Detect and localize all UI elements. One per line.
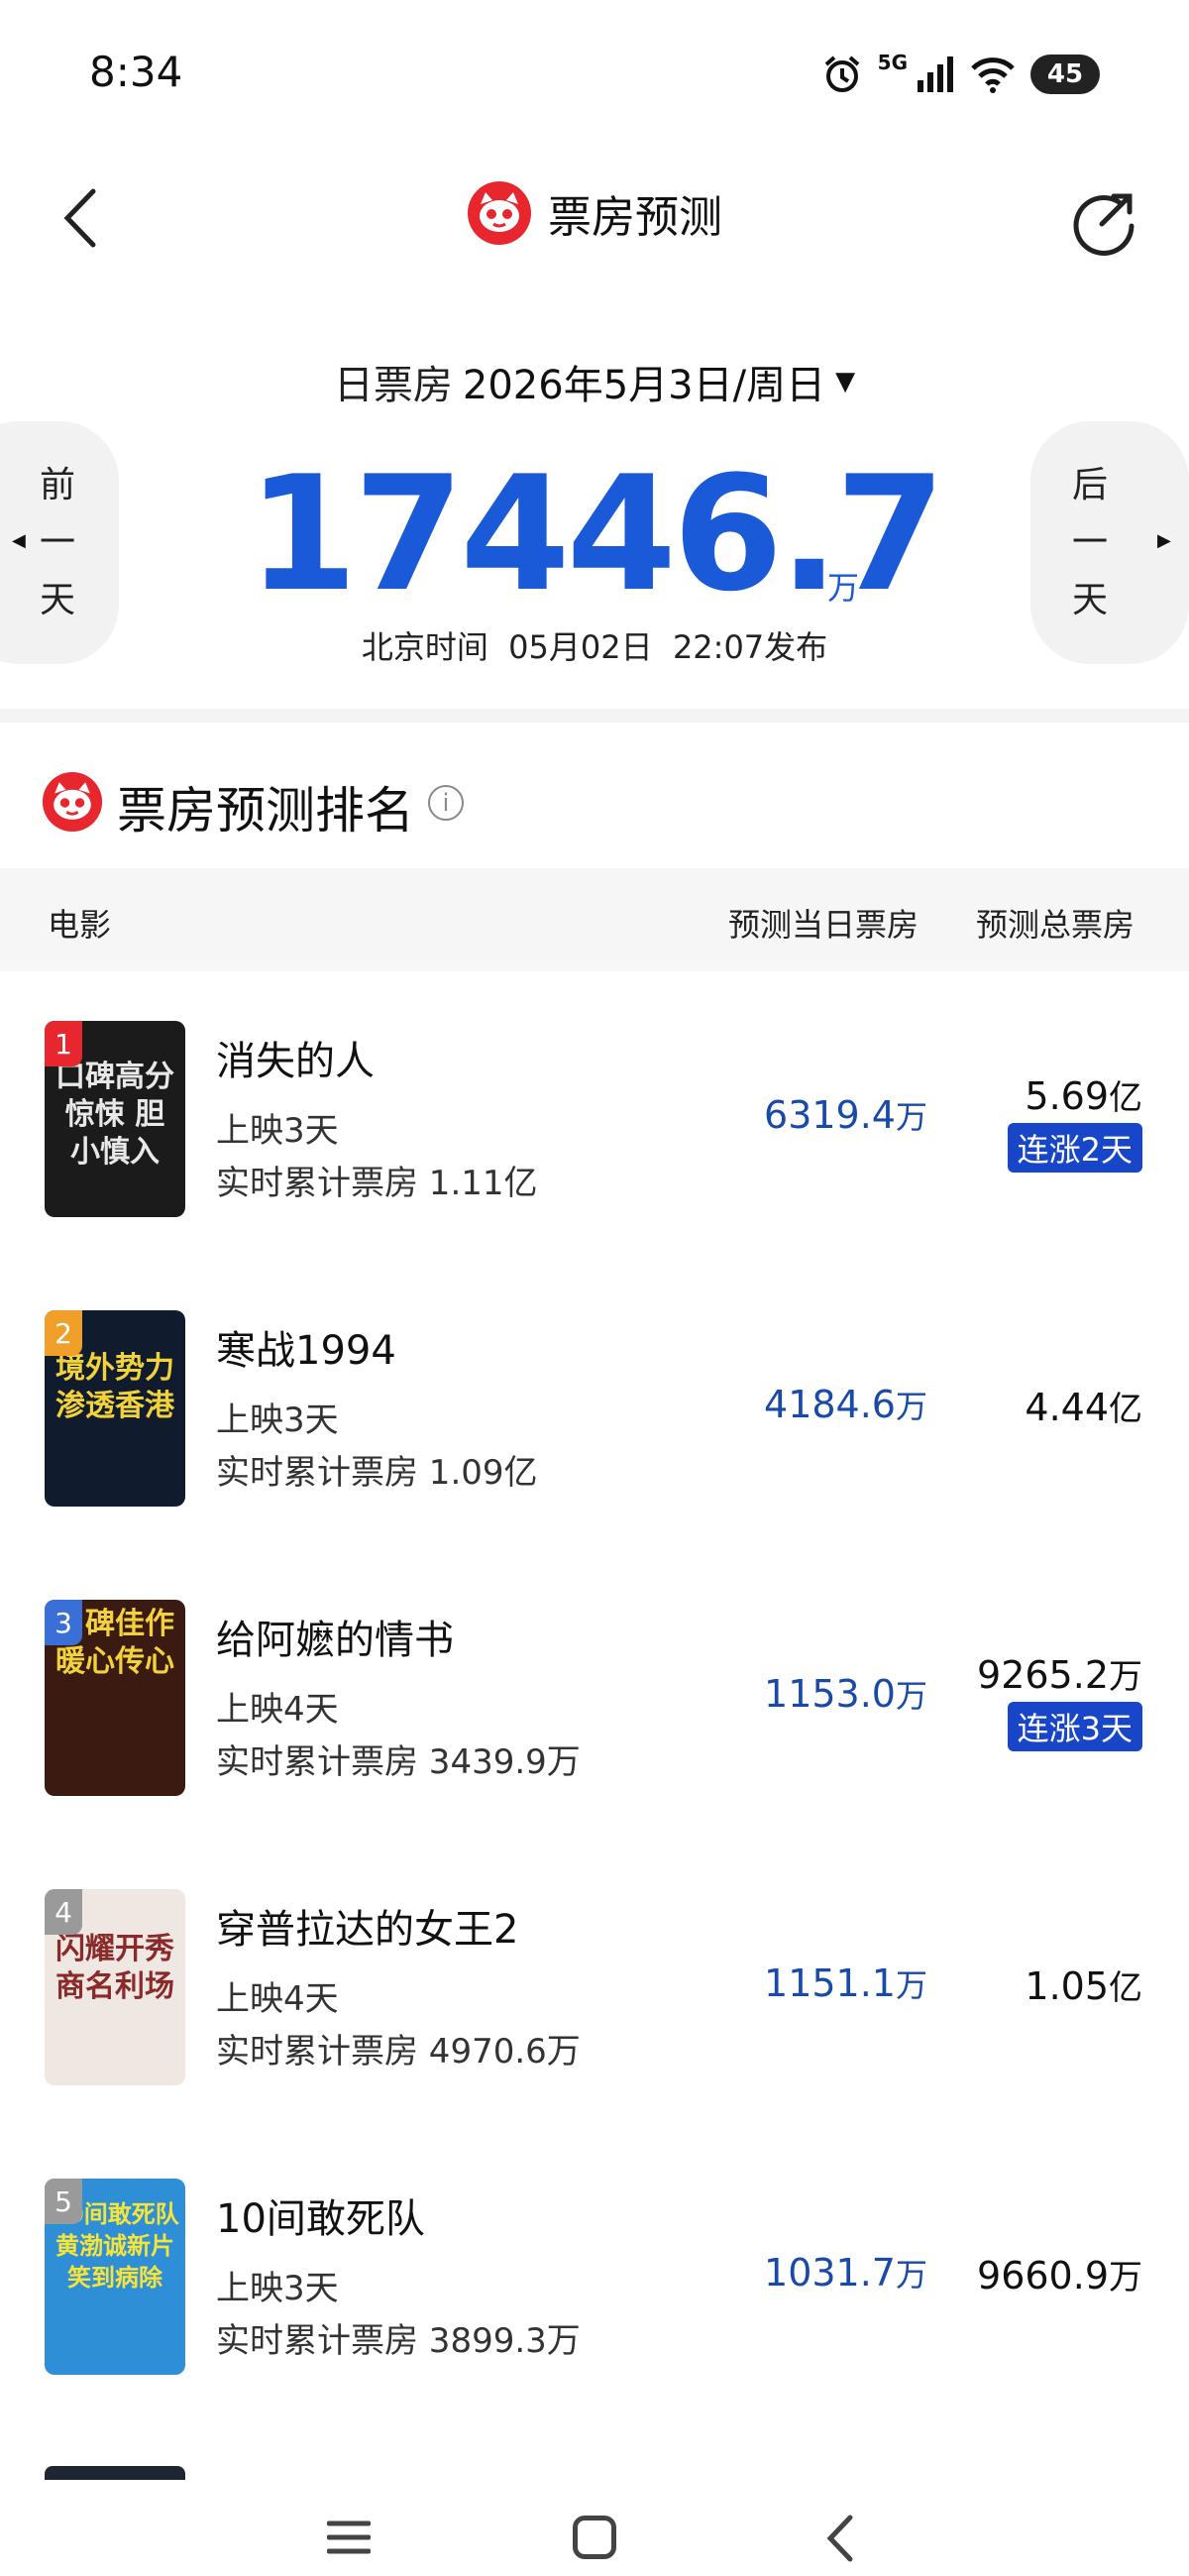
- signal-icon: [918, 56, 953, 92]
- release-days: 上映3天: [216, 1111, 339, 1151]
- status-time: 8:34: [89, 48, 183, 96]
- rank-badge: 2: [45, 1310, 82, 1356]
- movie-name: 消失的人: [216, 1039, 375, 1084]
- cumulative-box-office: 实时累计票房 1.11亿: [216, 1164, 538, 1203]
- cat-logo-icon: [468, 181, 531, 245]
- total-box-office-unit: 万: [827, 569, 860, 607]
- release-days: 上映4天: [216, 1979, 339, 2019]
- trend-badge: 连涨2天: [1007, 1123, 1142, 1173]
- publish-time: 北京时间 05月02日 22:07发布: [361, 628, 828, 666]
- day-forecast: 1151.1万: [764, 1961, 927, 2005]
- alarm-icon: [824, 56, 859, 92]
- movie-name: 寒战1994: [216, 1328, 396, 1374]
- poster-text: 闪耀开秀 商名利场: [55, 1932, 174, 2004]
- column-header-day-forecast: 预测当日票房: [728, 906, 919, 944]
- movie-row[interactable]: 口碑高分 惊悚 胆小慎入 1 消失的人 上映3天 实时累计票房 1.11亿 63…: [0, 971, 1189, 1261]
- movie-name: 10间敢死队: [216, 2196, 425, 2242]
- recent-apps-icon[interactable]: [327, 2518, 371, 2557]
- release-days: 上映3天: [216, 1400, 339, 1440]
- movie-poster: 口碑佳作 暖心传心 3: [45, 1600, 185, 1796]
- movie-poster: 10间敢死队 黄渤诚新片 笑到病除 5: [45, 2179, 185, 2375]
- movie-poster: [45, 2466, 185, 2480]
- info-icon[interactable]: i: [428, 785, 464, 821]
- cumulative-box-office: 实时累计票房 3899.3万: [216, 2321, 581, 2361]
- date-value: 2026年5月3日/周日: [462, 363, 826, 408]
- total-forecast: 4.44亿: [1025, 1386, 1142, 1429]
- movie-row[interactable]: 10间敢死队 黄渤诚新片 笑到病除 5 10间敢死队 上映3天 实时累计票房 3…: [0, 2129, 1189, 2418]
- column-header-movie: 电影: [48, 906, 112, 944]
- share-icon[interactable]: [1070, 188, 1139, 258]
- network-label: 5G: [877, 51, 908, 74]
- total-forecast: 9265.2万: [977, 1653, 1142, 1697]
- trend-badge: 连涨3天: [1007, 1702, 1142, 1751]
- day-forecast: 4184.6万: [764, 1383, 927, 1426]
- battery-icon: 45: [1030, 55, 1100, 94]
- cat-logo-icon: [42, 771, 103, 833]
- cumulative-box-office: 实时累计票房 1.09亿: [216, 1453, 538, 1493]
- day-forecast: 1031.7万: [764, 2251, 927, 2295]
- wifi-icon: [971, 57, 1015, 93]
- caret-down-icon: ▼: [835, 367, 856, 396]
- section-divider: [0, 709, 1189, 723]
- total-box-office-value: 17446.7: [247, 441, 946, 626]
- total-forecast: 1.05亿: [1025, 1964, 1142, 2008]
- movie-name: 穿普拉达的女王2: [216, 1907, 519, 1953]
- movie-poster: 口碑高分 惊悚 胆小慎入 1: [45, 1021, 185, 1217]
- poster-text: 口碑高分 惊悚 胆小慎入: [55, 1060, 174, 1170]
- status-icons: 5G 45: [820, 50, 1100, 99]
- page-title: 票房预测: [548, 192, 722, 243]
- release-days: 上映4天: [216, 1690, 339, 1730]
- rank-badge: 4: [45, 1889, 82, 1935]
- rank-badge: 5: [45, 2179, 82, 2224]
- column-header-total-forecast: 预测总票房: [976, 906, 1135, 944]
- total-forecast: 5.69亿: [1025, 1074, 1142, 1118]
- rank-badge: 1: [45, 1021, 82, 1066]
- cumulative-box-office: 实时累计票房 3439.9万: [216, 1742, 581, 1782]
- cumulative-box-office: 实时累计票房 4970.6万: [216, 2032, 581, 2072]
- release-days: 上映3天: [216, 2269, 339, 2308]
- movie-name: 给阿嬷的情书: [216, 1618, 454, 1663]
- page-header: 票房预测: [0, 180, 1189, 246]
- total-forecast: 9660.9万: [977, 2254, 1142, 2297]
- movie-poster: 境外势力 渗透香港 2: [45, 1310, 185, 1507]
- rank-badge: 3: [45, 1600, 82, 1645]
- date-type-label: 日票房: [333, 363, 453, 408]
- day-forecast: 6319.4万: [764, 1093, 927, 1137]
- home-icon[interactable]: [573, 2516, 616, 2559]
- ranking-title: 票房预测排名: [117, 782, 414, 840]
- date-selector[interactable]: 日票房 2026年5月3日/周日 ▼: [0, 353, 1189, 410]
- system-back-icon[interactable]: [824, 2514, 854, 2563]
- movie-row[interactable]: 闪耀开秀 商名利场 4 穿普拉达的女王2 上映4天 实时累计票房 4970.6万…: [0, 1840, 1189, 2129]
- poster-text: 境外势力 渗透香港: [55, 1351, 174, 1423]
- movie-row[interactable]: 境外势力 渗透香港 2 寒战1994 上映3天 实时累计票房 1.09亿 418…: [0, 1261, 1189, 1550]
- day-forecast: 1153.0万: [764, 1672, 927, 1716]
- movie-poster: 闪耀开秀 商名利场 4: [45, 1889, 185, 2085]
- movie-row[interactable]: 口碑佳作 暖心传心 3 给阿嬷的情书 上映4天 实时累计票房 3439.9万 1…: [0, 1550, 1189, 1840]
